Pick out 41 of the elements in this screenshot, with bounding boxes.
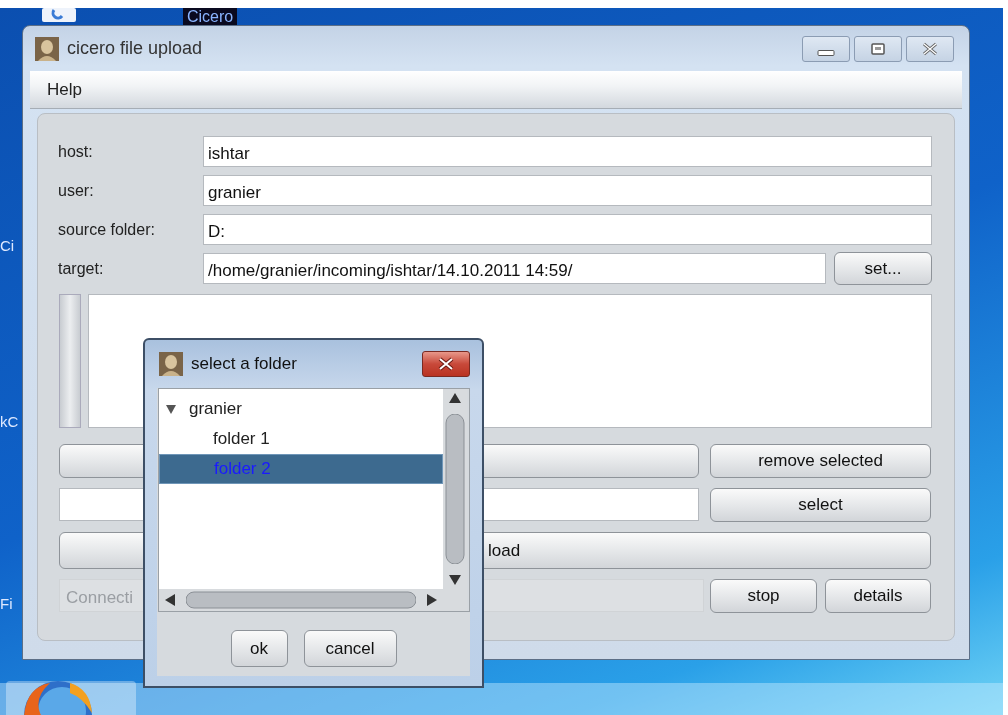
desktop-icon-label[interactable]: Ci — [0, 237, 15, 255]
bust-icon — [35, 36, 59, 61]
collapse-icon[interactable] — [165, 403, 177, 415]
cancel-button[interactable]: cancel — [303, 630, 397, 667]
maximize-icon — [869, 41, 887, 56]
field-label: user: — [58, 180, 95, 201]
set-button[interactable]: set... — [834, 252, 932, 285]
dialog-title: select a folder — [191, 353, 297, 376]
desktop-icon-label[interactable]: kC — [0, 413, 19, 431]
field-label: source folder: — [58, 219, 156, 240]
scroll-right-icon[interactable] — [427, 594, 437, 606]
text-field[interactable]: /home/granier/incoming/ishtar/14.10.2011 14:59/ — [203, 253, 826, 284]
scrollbar[interactable] — [59, 294, 81, 428]
ok-button[interactable]: ok — [230, 630, 288, 667]
bust-icon — [159, 352, 183, 376]
details-button[interactable]: details — [825, 579, 931, 613]
field-label: target: — [58, 258, 105, 279]
close-icon — [921, 41, 939, 56]
desktop-icon-label[interactable]: Cicero — [183, 8, 238, 26]
scroll-thumb[interactable] — [186, 591, 416, 609]
stop-button[interactable]: stop — [710, 579, 817, 613]
tree-item[interactable]: granier — [159, 394, 443, 424]
select-button[interactable]: select — [710, 488, 931, 522]
desktop-icon-label[interactable]: Fi — [0, 595, 13, 613]
scroll-left-icon[interactable] — [165, 594, 175, 606]
scroll-up-icon[interactable] — [449, 393, 461, 403]
text-field[interactable]: granier — [203, 175, 932, 206]
minimize-icon — [817, 49, 835, 56]
window-title: cicero file upload — [67, 37, 203, 60]
field-label: host: — [58, 141, 94, 162]
menu-item[interactable]: Help — [47, 76, 82, 103]
tree-item[interactable]: folder 1 — [159, 424, 443, 454]
scroll-down-icon[interactable] — [449, 575, 461, 585]
text-field[interactable]: ishtar — [203, 136, 932, 167]
maximize-button[interactable] — [854, 35, 902, 62]
minimize-button[interactable] — [802, 35, 850, 62]
remove-selected-button[interactable]: remove selected — [710, 444, 931, 478]
close-icon — [436, 357, 456, 371]
scroll-thumb[interactable] — [445, 414, 465, 564]
close-button[interactable] — [422, 351, 470, 377]
text-field[interactable]: D: — [203, 214, 932, 245]
